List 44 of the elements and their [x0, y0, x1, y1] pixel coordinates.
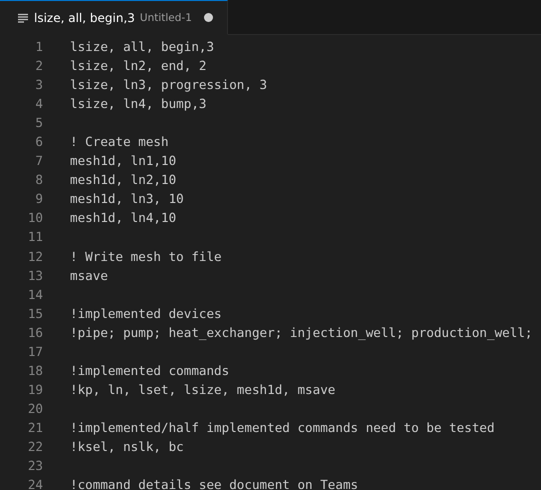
line-number: 6: [34, 134, 43, 150]
line-number: 19: [26, 382, 43, 397]
line-number: 24: [26, 477, 43, 490]
line-number: 12: [26, 248, 43, 264]
line-number: 1: [34, 39, 43, 54]
code-line: !implemented commands: [70, 362, 230, 378]
code-line: !implemented/half implemented commands need to be tested: [70, 420, 495, 435]
line-number: 5: [34, 115, 43, 130]
line-number: 16: [26, 324, 43, 340]
line-number: 13: [26, 268, 43, 283]
line-number: 3: [34, 77, 43, 92]
line-number: 22: [26, 439, 43, 454]
line-number: 9: [34, 191, 43, 206]
code-line: lsize, ln2, end, 2: [70, 58, 206, 74]
code-line: !command details see document on Teams: [70, 477, 358, 490]
line-number: 4: [34, 96, 43, 112]
editor-tab[interactable]: lsize, all, begin,3 Untitled-1: [0, 0, 228, 35]
line-number: 23: [26, 458, 43, 474]
line-number: 10: [26, 210, 43, 226]
line-number: 21: [26, 420, 43, 435]
line-number: 7: [34, 153, 43, 168]
code-line: ! Write mesh to file: [70, 248, 222, 264]
code-line: mesh1d, ln4,10: [70, 210, 176, 226]
line-number: 8: [34, 172, 43, 188]
line-number: 15: [26, 306, 43, 321]
code-line: mesh1d, ln3, 10: [70, 191, 184, 206]
text-file-icon: [18, 12, 28, 22]
code-line: !kp, ln, lset, lsize, mesh1d, msave: [70, 382, 336, 397]
line-number: 2: [34, 58, 43, 74]
line-number: 11: [26, 229, 43, 244]
code-line: !implemented devices: [70, 306, 222, 321]
line-number: 18: [26, 362, 43, 378]
code-line: mesh1d, ln1,10: [70, 153, 176, 168]
code-line: !pipe; pump; heat_exchanger; injection_well; production_well;: [70, 324, 533, 340]
code-line: msave: [70, 268, 108, 283]
code-line: mesh1d, ln2,10: [70, 172, 176, 188]
line-number: 14: [26, 286, 43, 302]
code-line: lsize, ln4, bump,3: [70, 96, 206, 112]
code-line: lsize, ln3, progression, 3: [70, 77, 268, 92]
code-line: ! Create mesh: [70, 134, 169, 150]
line-number: 17: [26, 344, 43, 359]
line-number: 20: [26, 400, 43, 416]
code-line: lsize, all, begin,3: [70, 39, 214, 54]
code-line: !ksel, nslk, bc: [70, 439, 184, 454]
